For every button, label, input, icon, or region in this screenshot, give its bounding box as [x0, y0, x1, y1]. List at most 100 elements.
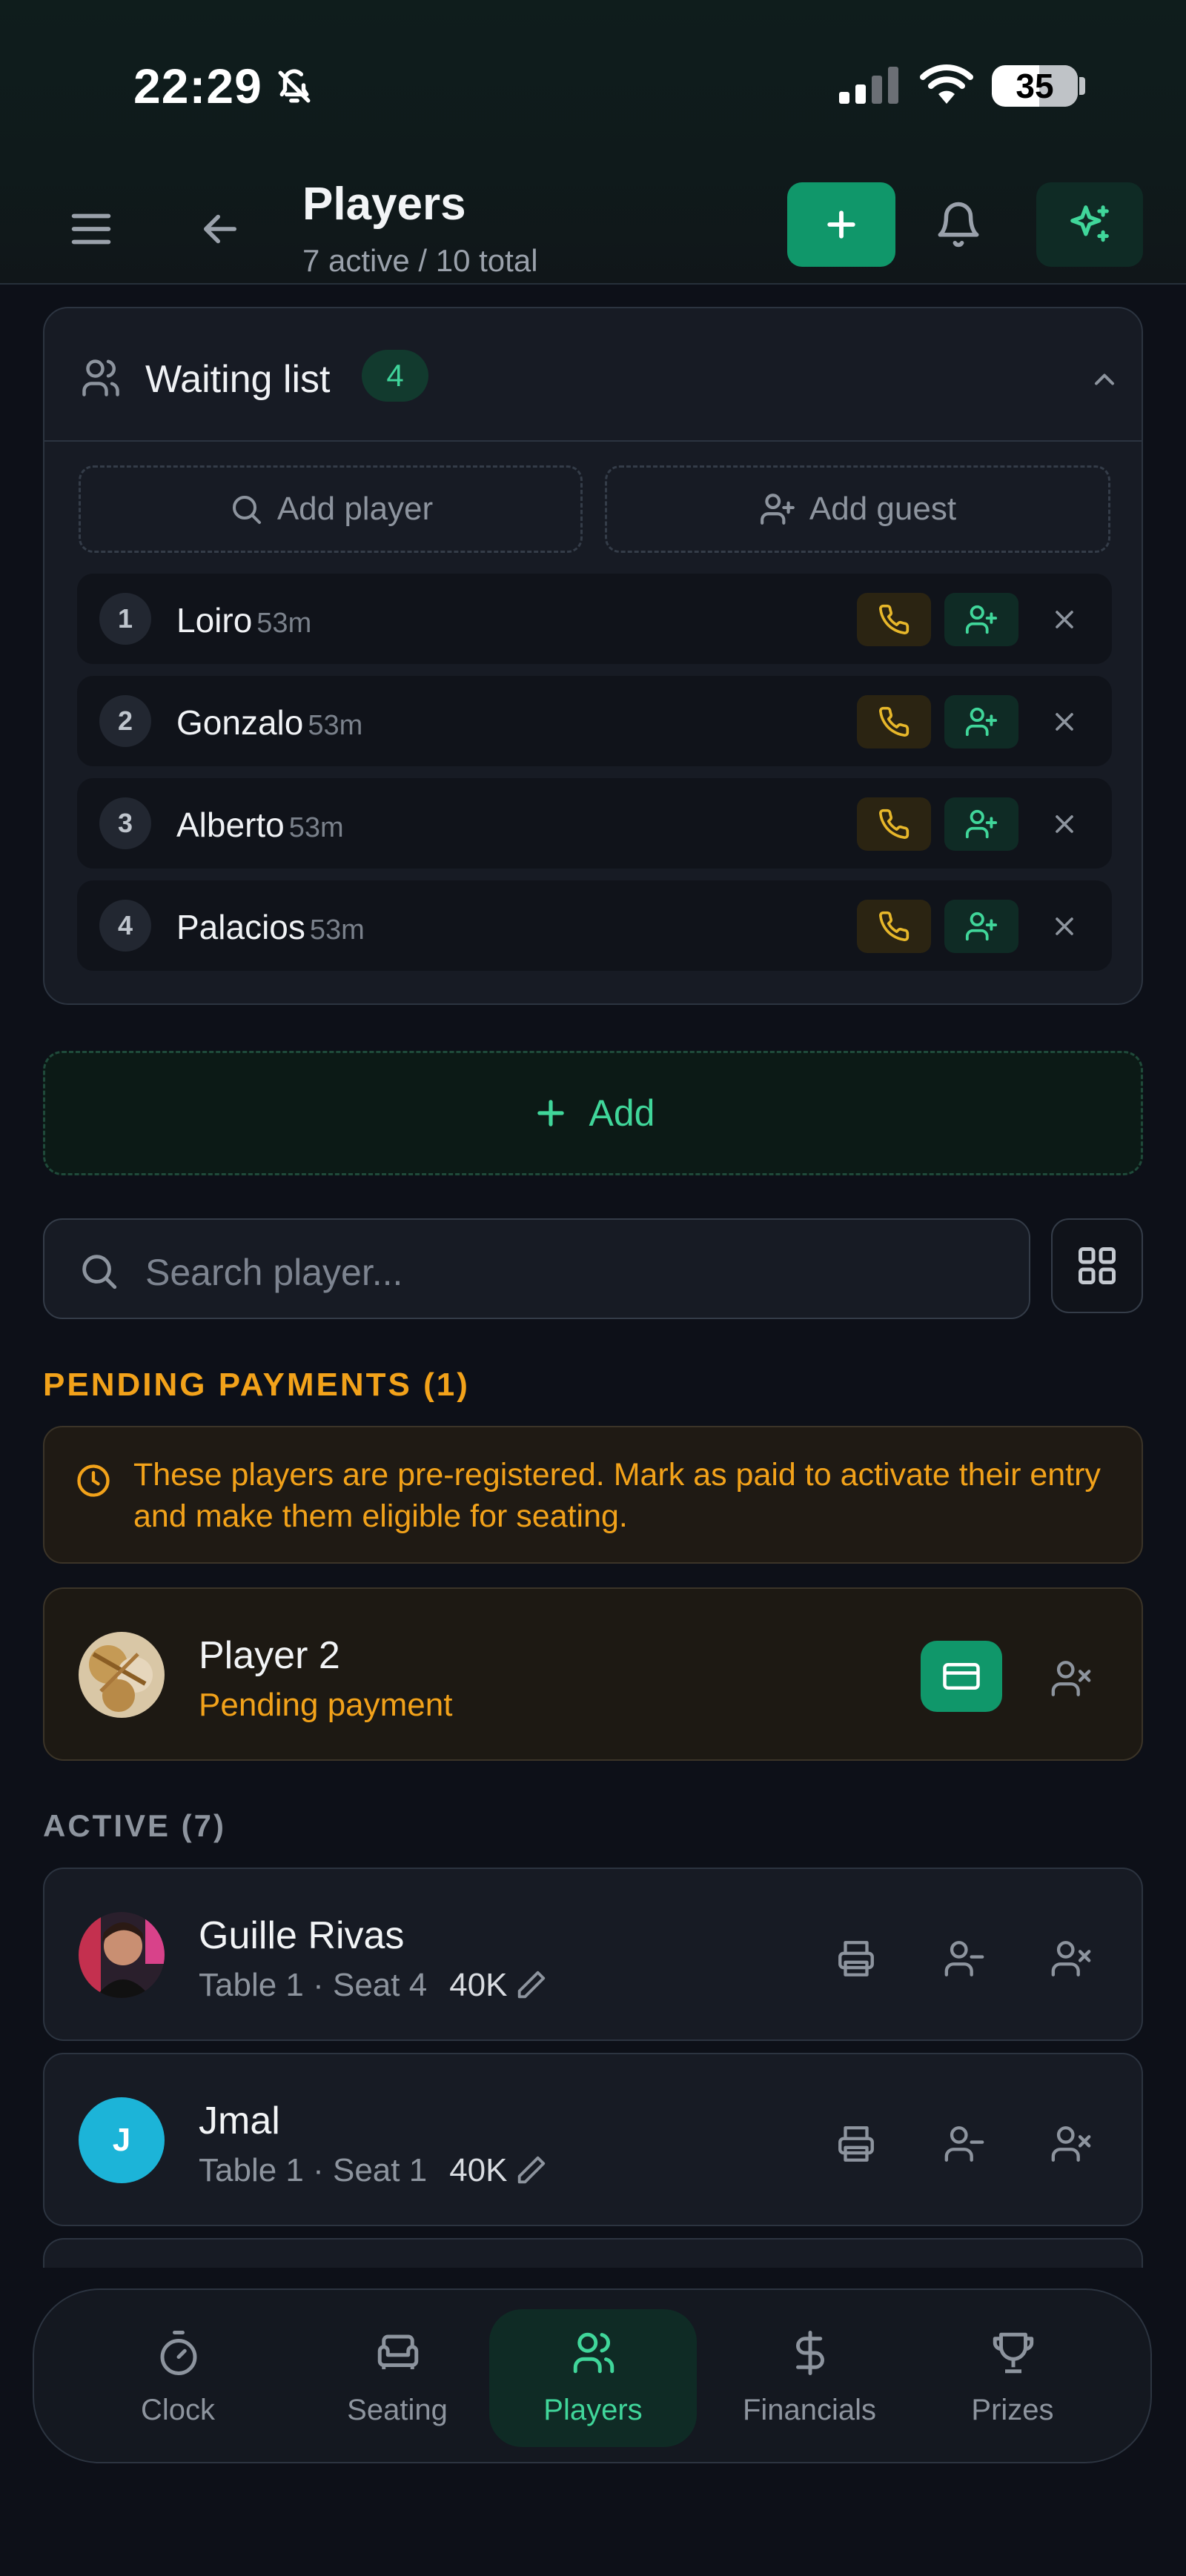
- active-player-card[interactable]: Guille Rivas Table 1 · Seat 4 40K: [43, 1868, 1143, 2041]
- menu-icon[interactable]: [65, 203, 117, 255]
- waiting-player-name: Gonzalo 53m: [176, 703, 362, 743]
- remove-player-button[interactable]: [1045, 1933, 1097, 1985]
- dollar-icon: [786, 2328, 835, 2377]
- pending-player-card[interactable]: Player 2 Pending payment: [43, 1587, 1143, 1761]
- player-name: Loiro: [176, 601, 253, 640]
- phone-icon: [879, 604, 910, 634]
- waiting-player-name: Alberto 53m: [176, 805, 344, 845]
- seat-player-button[interactable]: [944, 695, 1018, 748]
- grid-view-button[interactable]: [1051, 1218, 1143, 1313]
- unseat-player-button[interactable]: [938, 2118, 990, 2170]
- silent-mode-icon: [276, 68, 313, 105]
- status-time: 22:29: [133, 59, 262, 113]
- search-input[interactable]: Search player...: [43, 1218, 1030, 1319]
- timer-icon: [154, 2328, 203, 2377]
- chip-count: 40K: [449, 2152, 508, 2188]
- credit-card-icon: [943, 1663, 980, 1690]
- chip-count: 40K: [449, 1967, 508, 2003]
- ai-assistant-button[interactable]: [1036, 182, 1143, 267]
- seat-assignment: Table 1 · Seat 1: [199, 2152, 428, 2188]
- wait-time: 53m: [309, 914, 365, 946]
- pending-notice: These players are pre-registered. Mark a…: [43, 1426, 1143, 1564]
- search-placeholder: Search player...: [145, 1252, 403, 1293]
- seat-player-button[interactable]: [944, 900, 1018, 953]
- pending-payments-heading: PENDING PAYMENTS (1): [43, 1367, 470, 1403]
- close-icon[interactable]: [1041, 698, 1088, 746]
- page-title: Players: [302, 179, 466, 230]
- clock-icon: [74, 1461, 113, 1500]
- mark-paid-button[interactable]: [921, 1641, 1002, 1712]
- tab-financials[interactable]: Financials: [706, 2309, 913, 2447]
- waiting-player-name: Loiro 53m: [176, 600, 311, 640]
- user-minus-icon: [944, 1941, 984, 1976]
- active-player-card[interactable]: J Jmal Table 1 · Seat 1 40K: [43, 2053, 1143, 2226]
- waiting-player-name: Palacios 53m: [176, 907, 365, 947]
- tab-prizes[interactable]: Prizes: [909, 2309, 1116, 2447]
- battery-level: 35: [1016, 67, 1054, 105]
- grid-icon: [1079, 1247, 1116, 1284]
- bell-icon[interactable]: [934, 200, 983, 249]
- close-icon[interactable]: [1041, 800, 1088, 848]
- user-plus-icon: [965, 707, 998, 737]
- queue-position: 2: [99, 695, 151, 747]
- add-guest-button[interactable]: Add guest: [605, 465, 1110, 553]
- add-button[interactable]: [787, 182, 895, 267]
- player-details: Table 1 · Seat 4 40K: [199, 1967, 548, 2004]
- plus-icon: [827, 210, 855, 239]
- printer-icon: [838, 2126, 874, 2162]
- close-icon[interactable]: [1041, 903, 1088, 950]
- avatar: [79, 1632, 165, 1718]
- back-arrow-icon[interactable]: [196, 205, 245, 253]
- tab-seating[interactable]: Seating: [294, 2309, 501, 2447]
- wait-time: 53m: [308, 710, 363, 741]
- call-player-button[interactable]: [857, 900, 931, 953]
- player-name: Player 2: [199, 1634, 340, 1677]
- tab-clock[interactable]: Clock: [74, 2309, 282, 2447]
- tab-label: Prizes: [971, 2394, 1054, 2426]
- player-details: Table 1 · Seat 1 40K: [199, 2152, 548, 2189]
- wait-time: 53m: [288, 812, 344, 843]
- queue-position: 4: [99, 900, 151, 952]
- player-name: Palacios: [176, 908, 305, 946]
- page-subtitle: 7 active / 10 total: [302, 243, 538, 278]
- pencil-icon[interactable]: [514, 1968, 548, 2002]
- remove-player-button[interactable]: [1045, 1653, 1097, 1704]
- add-player-button[interactable]: Add player: [79, 465, 583, 553]
- phone-icon: [879, 706, 910, 737]
- print-button[interactable]: [830, 1933, 882, 1985]
- seat-player-button[interactable]: [944, 593, 1018, 646]
- waiting-list-card: Waiting list 4 Add player Add guest 1 Lo…: [43, 307, 1143, 1005]
- unseat-player-button[interactable]: [938, 1933, 990, 1985]
- waiting-list-title: Waiting list: [145, 358, 331, 401]
- pencil-icon[interactable]: [514, 2154, 548, 2188]
- waiting-list-item: 1 Loiro 53m: [77, 574, 1112, 664]
- battery-indicator: 35: [992, 65, 1078, 107]
- call-player-button[interactable]: [857, 695, 931, 748]
- add-guest-label: Add guest: [809, 491, 957, 527]
- waiting-list-item: 4 Palacios 53m: [77, 880, 1112, 971]
- tab-label: Financials: [742, 2394, 877, 2426]
- player-name: Jmal: [199, 2099, 280, 2142]
- armchair-icon: [374, 2328, 423, 2377]
- seat-player-button[interactable]: [944, 797, 1018, 851]
- wait-time: 53m: [256, 608, 312, 639]
- call-player-button[interactable]: [857, 593, 931, 646]
- print-button[interactable]: [830, 2118, 882, 2170]
- call-player-button[interactable]: [857, 797, 931, 851]
- sparkles-icon: [1070, 205, 1109, 242]
- user-minus-icon: [944, 2126, 984, 2162]
- plus-icon: [537, 1100, 564, 1126]
- avatar: J: [79, 2097, 165, 2183]
- user-x-icon: [1051, 1941, 1091, 1976]
- add-player-entry-button[interactable]: Add: [43, 1051, 1143, 1175]
- trophy-icon: [989, 2328, 1038, 2377]
- close-icon[interactable]: [1041, 596, 1088, 643]
- remove-player-button[interactable]: [1045, 2118, 1097, 2170]
- player-name: Gonzalo: [176, 703, 304, 742]
- tab-players[interactable]: Players: [489, 2309, 697, 2447]
- waiting-list-header[interactable]: Waiting list 4: [44, 308, 1142, 442]
- users-icon: [569, 2328, 618, 2377]
- chevron-up-icon[interactable]: [1088, 363, 1121, 396]
- user-plus-icon: [965, 809, 998, 839]
- bottom-navigation: Clock Seating Players Financials Prizes: [33, 2288, 1152, 2463]
